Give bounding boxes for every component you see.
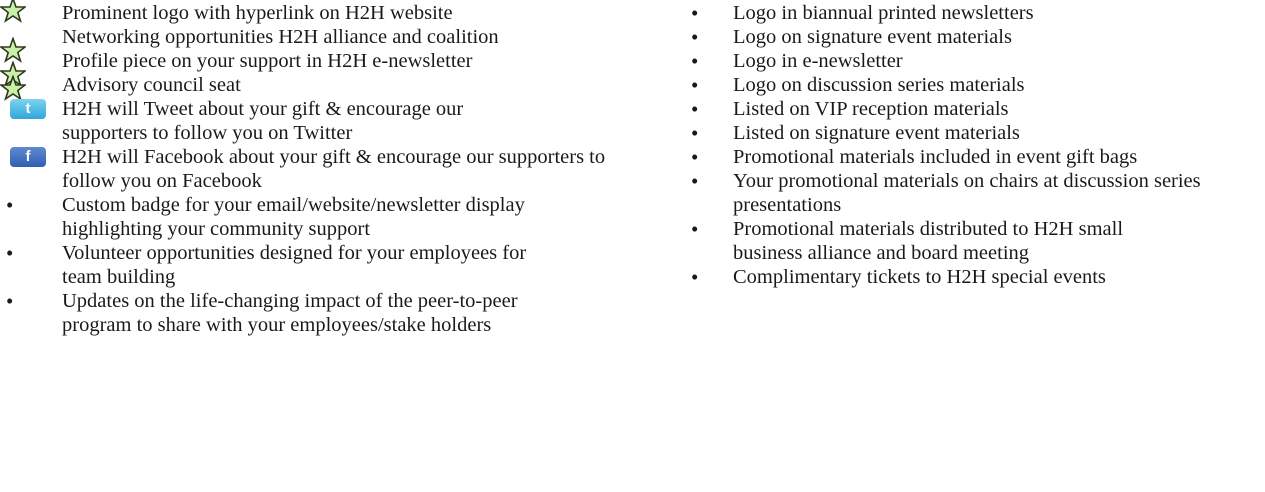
list-item: • Listed on signature event materials (685, 121, 1265, 145)
item-text: Complimentary tickets to H2H special eve… (733, 266, 1106, 288)
item-text: Profile piece on your support in H2H e-n… (62, 50, 473, 72)
item-text: Your promotional materials on chairs at … (733, 170, 1201, 216)
item-text: Promotional materials included in event … (733, 146, 1138, 168)
bullet-icon: • (6, 289, 14, 313)
list-item: Advisory council seat (0, 73, 620, 101)
list-item: Networking opportunities H2H alliance an… (0, 25, 532, 63)
facebook-icon: f (10, 147, 46, 167)
list-item: • Updates on the life-changing impact of… (0, 289, 522, 337)
bullet-icon: • (6, 193, 14, 217)
bullet-icon: • (691, 49, 699, 73)
bullet-icon: • (691, 97, 699, 121)
item-text: Logo on signature event materials (733, 26, 1012, 48)
item-text: Logo in e-newsletter (733, 50, 903, 72)
item-text: Updates on the life-changing impact of t… (62, 290, 518, 336)
list-item: • Custom badge for your email/website/ne… (0, 193, 622, 241)
bullet-icon: • (691, 145, 699, 169)
item-text: Promotional materials distributed to H2H… (733, 218, 1124, 264)
list-item: • Volunteer opportunities designed for y… (0, 241, 532, 289)
bullet-icon: • (691, 73, 699, 97)
item-text: Advisory council seat (62, 74, 241, 96)
bullet-icon: • (691, 217, 699, 241)
twitter-icon: t (10, 99, 46, 119)
list-item: • Logo on signature event materials (685, 25, 1265, 49)
bullet-icon: • (691, 25, 699, 49)
list-item: • Complimentary tickets to H2H special e… (685, 265, 1265, 289)
list-item: f H2H will Facebook about your gift & en… (0, 145, 622, 193)
list-item: • Listed on VIP reception materials (685, 97, 1265, 121)
item-text: H2H will Facebook about your gift & enco… (62, 146, 606, 192)
list-item: • Logo in biannual printed newsletters (685, 1, 1265, 25)
item-text: Listed on VIP reception materials (733, 98, 1009, 120)
star-icon (0, 0, 36, 23)
bullet-icon: • (691, 169, 699, 193)
item-text: Listed on signature event materials (733, 122, 1020, 144)
list-item: • Your promotional materials on chairs a… (685, 169, 1265, 217)
list-item: • Promotional materials included in even… (685, 145, 1265, 169)
item-text: Logo on discussion series materials (733, 74, 1025, 96)
bullet-icon: • (6, 241, 14, 265)
list-item: • Logo on discussion series materials (685, 73, 1265, 97)
list-item: t H2H will Tweet about your gift & encou… (0, 97, 522, 145)
list-item: • Logo in e-newsletter (685, 49, 1265, 73)
item-text: Prominent logo with hyperlink on H2H web… (62, 2, 453, 24)
item-text: Custom badge for your email/website/news… (62, 194, 525, 240)
left-benefits-list: Prominent logo with hyperlink on H2H web… (0, 0, 620, 337)
bullet-icon: • (691, 121, 699, 145)
right-benefits-list: • Logo in biannual printed newsletters •… (685, 0, 1265, 289)
bullet-icon: • (691, 265, 699, 289)
item-text: Volunteer opportunities designed for you… (62, 242, 527, 288)
bullet-icon: • (691, 1, 699, 25)
list-item: Profile piece on your support in H2H e-n… (0, 49, 492, 87)
item-text: Networking opportunities H2H alliance an… (62, 26, 499, 48)
list-item: Prominent logo with hyperlink on H2H web… (0, 0, 620, 25)
item-text: H2H will Tweet about your gift & encoura… (62, 98, 464, 144)
list-item: • Promotional materials distributed to H… (685, 217, 1163, 265)
item-text: Logo in biannual printed newsletters (733, 2, 1034, 24)
